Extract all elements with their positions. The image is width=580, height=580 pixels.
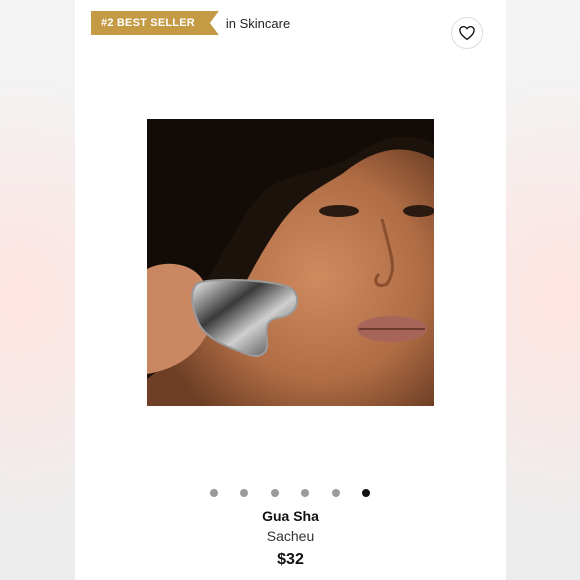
product-photo-illustration [147,119,434,406]
heart-icon [459,25,475,41]
product-photo[interactable] [147,119,434,406]
gallery-dot[interactable] [301,489,310,497]
favorite-button[interactable] [451,17,483,49]
gallery-dot[interactable] [240,489,249,497]
product-brand[interactable]: Sacheu [75,528,506,544]
category-link[interactable]: in Skincare [226,16,290,31]
gallery-dot-active[interactable] [361,489,370,497]
best-seller-badge-row: #2 BEST SELLER in Skincare [91,11,290,35]
gallery-dot[interactable] [210,489,218,497]
gallery-pagination [210,488,370,498]
gallery-dot[interactable] [270,489,279,497]
product-card: #2 BEST SELLER in Skincare Gua Sha Sache… [75,0,506,580]
gallery-dot[interactable] [331,489,340,497]
best-seller-ribbon: #2 BEST SELLER [91,11,219,35]
product-price: $32 [277,551,304,568]
product-title[interactable]: Gua Sha [75,508,506,524]
